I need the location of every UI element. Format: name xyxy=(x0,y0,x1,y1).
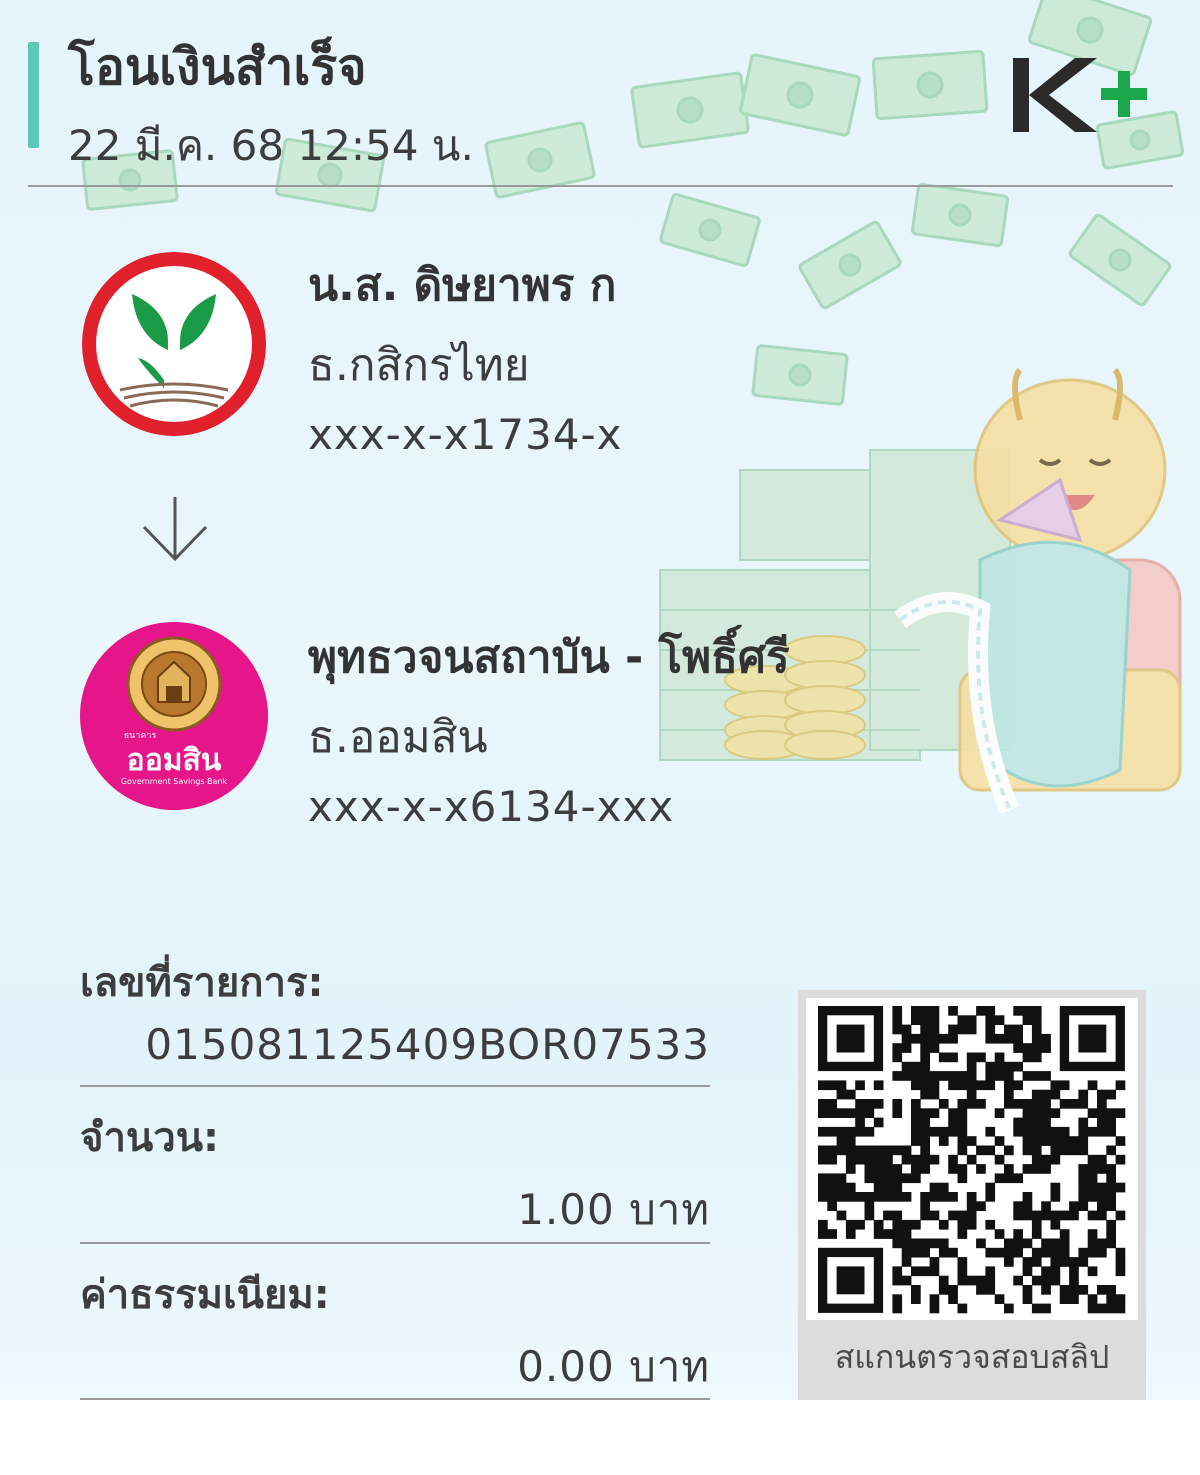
amount-label: จำนวน: xyxy=(80,1115,220,1161)
transfer-slip: โอนเงินสำเร็จ 22 มี.ค. 68 12:54 น. น.ส. … xyxy=(0,0,1200,1400)
header-accent-bar xyxy=(28,42,39,148)
reference-label: เลขที่รายการ: xyxy=(80,960,324,1006)
kasikorn-bank-logo xyxy=(82,252,266,436)
gsb-logo-en-text: Government Savings Bank xyxy=(121,777,228,786)
receiver-bank: ธ.ออมสิน xyxy=(308,712,488,763)
transaction-datetime: 22 มี.ค. 68 12:54 น. xyxy=(68,121,474,170)
detail-divider xyxy=(80,1242,710,1244)
gsb-logo: ออมสิน ธนาคาร Government Savings Bank xyxy=(80,622,268,810)
sender-bank: ธ.กสิกรไทย xyxy=(308,340,530,391)
qr-code-icon xyxy=(818,1006,1126,1314)
qr-caption: สแกนตรวจสอบสลิป xyxy=(834,1338,1110,1376)
gsb-logo-text: ออมสิน xyxy=(127,743,222,778)
sender-name: น.ส. ดิษยาพร ก xyxy=(308,260,617,311)
qr-code[interactable] xyxy=(806,998,1138,1320)
amount-value: 1.00 บาท xyxy=(517,1185,710,1234)
receiver-name: พุทธวจนสถาบัน - โพธิ์ศรี xyxy=(308,632,790,683)
sender-account: xxx-x-x1734-x xyxy=(308,410,623,459)
qr-verification-panel[interactable]: สแกนตรวจสอบสลิป xyxy=(798,990,1146,1400)
page-bottom-whitespace xyxy=(0,1400,1200,1475)
arrow-down-icon xyxy=(142,497,208,562)
gsb-emblem-icon: ออมสิน ธนาคาร Government Savings Bank xyxy=(80,622,268,810)
kplus-logo xyxy=(1013,58,1147,132)
page-title: โอนเงินสำเร็จ xyxy=(68,38,367,96)
fee-value: 0.00 บาท xyxy=(517,1342,710,1391)
gsb-logo-small-text: ธนาคาร xyxy=(124,731,157,741)
header-divider xyxy=(28,185,1173,187)
reference-number: 015081125409BOR07533 xyxy=(145,1020,710,1069)
detail-divider xyxy=(80,1085,710,1087)
fee-label: ค่าธรรมเนียม: xyxy=(80,1272,330,1318)
receiver-account: xxx-x-x6134-xxx xyxy=(308,782,675,831)
